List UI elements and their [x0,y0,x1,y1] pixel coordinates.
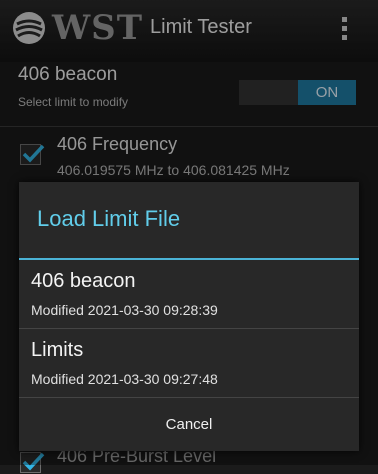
list-item-name: Limits [31,339,84,361]
dialog-title: Load Limit File [37,206,181,231]
cancel-button[interactable]: Cancel [19,398,359,451]
list-item-name: 406 beacon [31,270,136,292]
list-item-modified: Modified 2021-03-30 09:28:39 [31,302,218,318]
load-limit-dialog: Load Limit File 406 beacon Modified 2021… [19,182,359,451]
list-item[interactable]: Limits Modified 2021-03-30 09:27:48 [19,329,359,399]
list-item[interactable]: 406 beacon Modified 2021-03-30 09:28:39 [19,260,359,330]
list-item-modified: Modified 2021-03-30 09:27:48 [31,371,218,387]
